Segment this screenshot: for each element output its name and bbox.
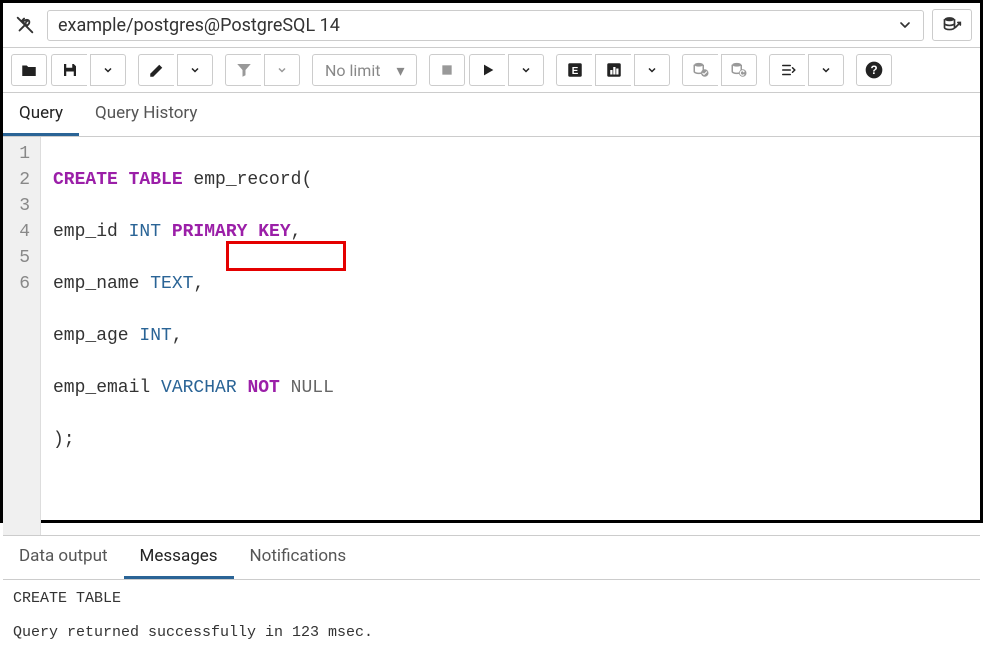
keyword: CREATE TABLE: [53, 170, 183, 190]
svg-text:E: E: [572, 66, 579, 77]
tab-messages[interactable]: Messages: [124, 536, 234, 579]
highlight-annotation: [226, 241, 346, 271]
edit-button[interactable]: [138, 54, 174, 86]
caret-down-icon: ▾: [396, 61, 404, 80]
type: INT: [139, 326, 171, 346]
keyword: NULL: [280, 378, 334, 398]
connection-select[interactable]: example/postgres@PostgreSQL 14: [47, 10, 924, 41]
editor-gutter: 1 2 3 4 5 6: [3, 137, 41, 535]
type: INT: [129, 222, 161, 242]
identifier: emp_id: [53, 222, 129, 242]
macros-dropdown[interactable]: [808, 54, 844, 86]
line-number: 6: [3, 271, 40, 297]
line-number: 4: [3, 219, 40, 245]
macros-button[interactable]: [769, 54, 805, 86]
punct: ,: [193, 274, 204, 294]
execute-dropdown[interactable]: [508, 54, 544, 86]
open-file-button[interactable]: [11, 54, 47, 86]
toolbar: No limit ▾ E ?: [3, 48, 980, 93]
identifier: emp_record(: [183, 170, 313, 190]
punct: ,: [291, 222, 302, 242]
line-number: 2: [3, 167, 40, 193]
tab-notifications[interactable]: Notifications: [234, 536, 363, 579]
tab-query-history[interactable]: Query History: [79, 93, 213, 136]
limit-label: No limit: [325, 61, 380, 80]
type: TEXT: [150, 274, 193, 294]
help-button[interactable]: ?: [856, 54, 892, 86]
identifier: emp_age: [53, 326, 139, 346]
identifier: emp_email: [53, 378, 161, 398]
filter-button[interactable]: [225, 54, 261, 86]
punct: ,: [172, 326, 183, 346]
punct: );: [53, 430, 75, 450]
save-dropdown[interactable]: [90, 54, 126, 86]
line-number: 1: [3, 141, 40, 167]
output-tabs: Data output Messages Notifications: [3, 535, 980, 580]
connection-bar: example/postgres@PostgreSQL 14: [3, 3, 980, 48]
rollback-button[interactable]: [721, 54, 757, 86]
keyword: PRIMARY KEY: [161, 222, 291, 242]
type: VARCHAR: [161, 378, 237, 398]
chevron-down-icon: [897, 17, 913, 33]
execute-button[interactable]: [469, 54, 505, 86]
connection-text: example/postgres@PostgreSQL 14: [58, 15, 897, 36]
filter-dropdown[interactable]: [264, 54, 300, 86]
line-number: 5: [3, 245, 40, 271]
commit-button[interactable]: [682, 54, 718, 86]
explain-analyze-button[interactable]: [595, 54, 631, 86]
explain-dropdown[interactable]: [634, 54, 670, 86]
messages-output: CREATE TABLE Query returned successfully…: [3, 580, 980, 651]
tab-query[interactable]: Query: [3, 93, 79, 136]
plug-off-icon: [11, 11, 39, 39]
limit-select[interactable]: No limit ▾: [312, 54, 417, 86]
svg-text:?: ?: [871, 64, 878, 77]
editor-tabs: Query Query History: [3, 93, 980, 137]
line-number: 3: [3, 193, 40, 219]
keyword: NOT: [237, 378, 280, 398]
identifier: emp_name: [53, 274, 150, 294]
stop-button[interactable]: [429, 54, 465, 86]
edit-dropdown[interactable]: [177, 54, 213, 86]
sql-editor[interactable]: 1 2 3 4 5 6 CREATE TABLE emp_record( emp…: [3, 137, 980, 535]
save-button[interactable]: [51, 54, 87, 86]
tab-data-output[interactable]: Data output: [3, 536, 124, 579]
explain-button[interactable]: E: [556, 54, 592, 86]
new-connection-button[interactable]: [932, 9, 972, 41]
code-area[interactable]: CREATE TABLE emp_record( emp_id INT PRIM…: [41, 137, 346, 535]
